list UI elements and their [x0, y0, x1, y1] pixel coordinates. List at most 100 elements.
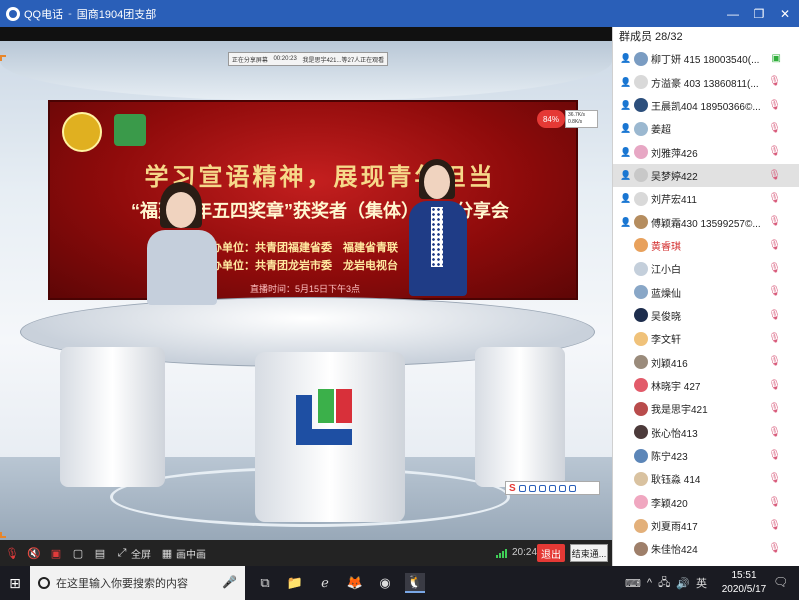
firefox-icon[interactable]: 🦊 [345, 573, 365, 593]
qq-taskbar-icon[interactable]: 🐧 [405, 573, 425, 593]
share-duration: 00:20:23 [273, 56, 297, 62]
member-row[interactable]: 👤吴俊晓🎙 [613, 304, 799, 327]
member-name: 吴俊晓 [651, 311, 681, 323]
member-row[interactable]: 👤刘颖416🎙 [613, 350, 799, 373]
taskbar-search[interactable]: 在这里输入你要搜索的内容 🎤 [30, 566, 245, 600]
member-row[interactable]: 👤陈宁423🎙 [613, 444, 799, 467]
viewers-text: 我是思宇421...等27人正在观看 [302, 57, 385, 64]
member-row[interactable]: 👤 刘雅萍426 🎙 [613, 140, 799, 163]
mic-muted-icon: 🎙 [768, 496, 781, 508]
mic-muted-icon: 🎙 [768, 99, 781, 111]
member-name: 王晨凯404 18950366©... [651, 101, 761, 113]
avatar [634, 448, 648, 463]
ime-tool-icon[interactable] [518, 484, 526, 492]
member-row[interactable]: 👤 柳丁妍 415 18003540(... ▣ [613, 47, 799, 70]
member-row[interactable]: 👤朱佳怡424🎙 [613, 537, 799, 560]
ime-tool-icon[interactable] [528, 484, 536, 492]
youth-federation-logo [114, 114, 146, 146]
end-call-button[interactable]: 结束通... [570, 544, 608, 562]
person-icon: 👤 [620, 53, 632, 64]
member-row[interactable]: 👤李文轩🎙 [613, 327, 799, 350]
avatar [634, 191, 648, 206]
organizer-line: 主办单位：共青团福建省委 福建省青联 [200, 242, 398, 254]
mic-muted-icon: 🎙 [768, 123, 781, 135]
pip-button[interactable]: ▦ 画中画 [161, 546, 206, 561]
member-row[interactable]: 👤 傅颖霜430 13599257©... 🎙 [613, 210, 799, 233]
member-row[interactable]: 👤 方溢豪 403 13860811(... 🎙 [613, 70, 799, 93]
member-name: 林晓宇 427 [651, 381, 701, 393]
member-name: 耿钰淼 414 [651, 475, 701, 487]
avatar [634, 215, 648, 230]
mic-muted-icon: 🎙 [768, 449, 781, 461]
ime-tool-icon[interactable] [548, 484, 556, 492]
clock[interactable]: 15:51 2020/5/17 [718, 569, 770, 597]
sogou-icon[interactable]: S [509, 483, 516, 494]
share-video-button[interactable]: ▤ [94, 547, 106, 560]
backdrop-screen: 学习宣语精神，展现青年担当 “福建青年五四奖章”获奖者（集体）事迹分享会 主办单… [48, 100, 578, 300]
chrome-icon[interactable]: ◉ [375, 573, 395, 593]
member-row[interactable]: 👤 吴梦婷422 🎙 [613, 163, 799, 188]
ime-tool-icon[interactable] [558, 484, 566, 492]
member-row[interactable]: 👤 姜超 🎙 [613, 117, 799, 140]
share-screen-button[interactable]: ▢ [72, 547, 84, 560]
keyboard-icon[interactable]: ⌨ [625, 577, 641, 590]
mic-toggle-button[interactable]: 🎙 [5, 547, 19, 560]
member-row[interactable]: 👤我是思宇421🎙 [613, 397, 799, 420]
member-row[interactable]: 👤蓝燥仙🎙 [613, 280, 799, 303]
volume-icon[interactable]: 🔊 [676, 577, 690, 590]
close-button[interactable]: ✕ [779, 7, 791, 21]
mic-muted-icon: 🎙 [768, 379, 781, 391]
microphone-icon[interactable]: 🎤 [222, 575, 237, 589]
speaker-toggle-button[interactable]: 🔇 [27, 547, 41, 560]
avatar [634, 425, 648, 440]
member-row[interactable]: 👤黄睿琪🎙 [613, 234, 799, 257]
member-row[interactable]: 👤江小白🎙 [613, 257, 799, 280]
avatar [634, 75, 648, 90]
network-icon[interactable]: 🖧 [658, 574, 670, 593]
avatar [634, 308, 648, 323]
member-panel: 群成员 28/32 👤 柳丁妍 415 18003540(... ▣ 👤 方溢豪 403… [612, 27, 799, 566]
title-bar: QQ电话 - 国商1904团支部 — ❐ ✕ [0, 0, 799, 27]
edge-icon[interactable]: ℯ [315, 573, 335, 593]
member-row[interactable]: 👤 王晨凯404 18950366©... 🎙 [613, 94, 799, 117]
notification-icon[interactable]: 🗨 [773, 575, 788, 589]
member-row[interactable]: 👤李颖420🎙 [613, 491, 799, 514]
person-icon: 👤 [620, 99, 632, 110]
member-row[interactable]: 👤刘夏雨417🎙 [613, 514, 799, 537]
tray-chevron-icon[interactable]: ^ [647, 577, 652, 589]
shared-screen-view[interactable]: 正在分享屏幕 00:20:23 我是思宇421...等27人正在观看 学习宣语精… [0, 27, 612, 540]
mic-muted-icon: 🎙 [768, 146, 781, 158]
group-name: 国商1904团支部 [76, 8, 157, 21]
input-method-icon[interactable]: 英 [696, 575, 707, 591]
avatar [634, 98, 648, 113]
member-row[interactable]: 👤 刘芹宏411 🎙 [613, 187, 799, 210]
ime-tool-icon[interactable] [538, 484, 546, 492]
desk-pillar-right [475, 347, 565, 487]
ime-toolbar[interactable]: S [505, 481, 600, 495]
member-name: 刘颖416 [651, 358, 688, 370]
restore-button[interactable]: ❐ [753, 7, 765, 21]
mic-muted-icon: 🎙 [768, 286, 781, 298]
avatar [634, 261, 648, 276]
minimize-button[interactable]: — [727, 7, 739, 21]
mic-muted-icon: 🎙 [768, 193, 781, 205]
camera-off-icon: ▣ [50, 547, 62, 560]
share-frame-corner [0, 55, 6, 61]
file-explorer-icon[interactable]: 📁 [285, 573, 305, 593]
ime-tool-icon[interactable] [568, 484, 576, 492]
mic-muted-icon: 🎙 [768, 263, 781, 275]
member-name: 陈宁423 [651, 452, 688, 464]
member-name: 姜超 [651, 125, 671, 137]
camera-toggle-button[interactable]: ▣ [50, 547, 62, 560]
task-view-icon[interactable]: ⧉ [255, 573, 275, 593]
member-row[interactable]: 👤耿钰淼 414🎙 [613, 467, 799, 490]
quit-button[interactable]: 退出 [537, 544, 565, 562]
member-row[interactable]: 👤林晓宇 427🎙 [613, 374, 799, 397]
clock-time: 15:51 [731, 570, 757, 581]
fullscreen-button[interactable]: ⤢ 全屏 [116, 546, 151, 561]
mic-muted-icon: 🎙 [768, 519, 781, 531]
member-row[interactable]: 👤张心怡413🎙 [613, 421, 799, 444]
mic-muted-icon: 🎙 [768, 309, 781, 321]
person-icon: 👤 [620, 123, 632, 134]
start-button[interactable]: ⊞ [0, 566, 30, 600]
